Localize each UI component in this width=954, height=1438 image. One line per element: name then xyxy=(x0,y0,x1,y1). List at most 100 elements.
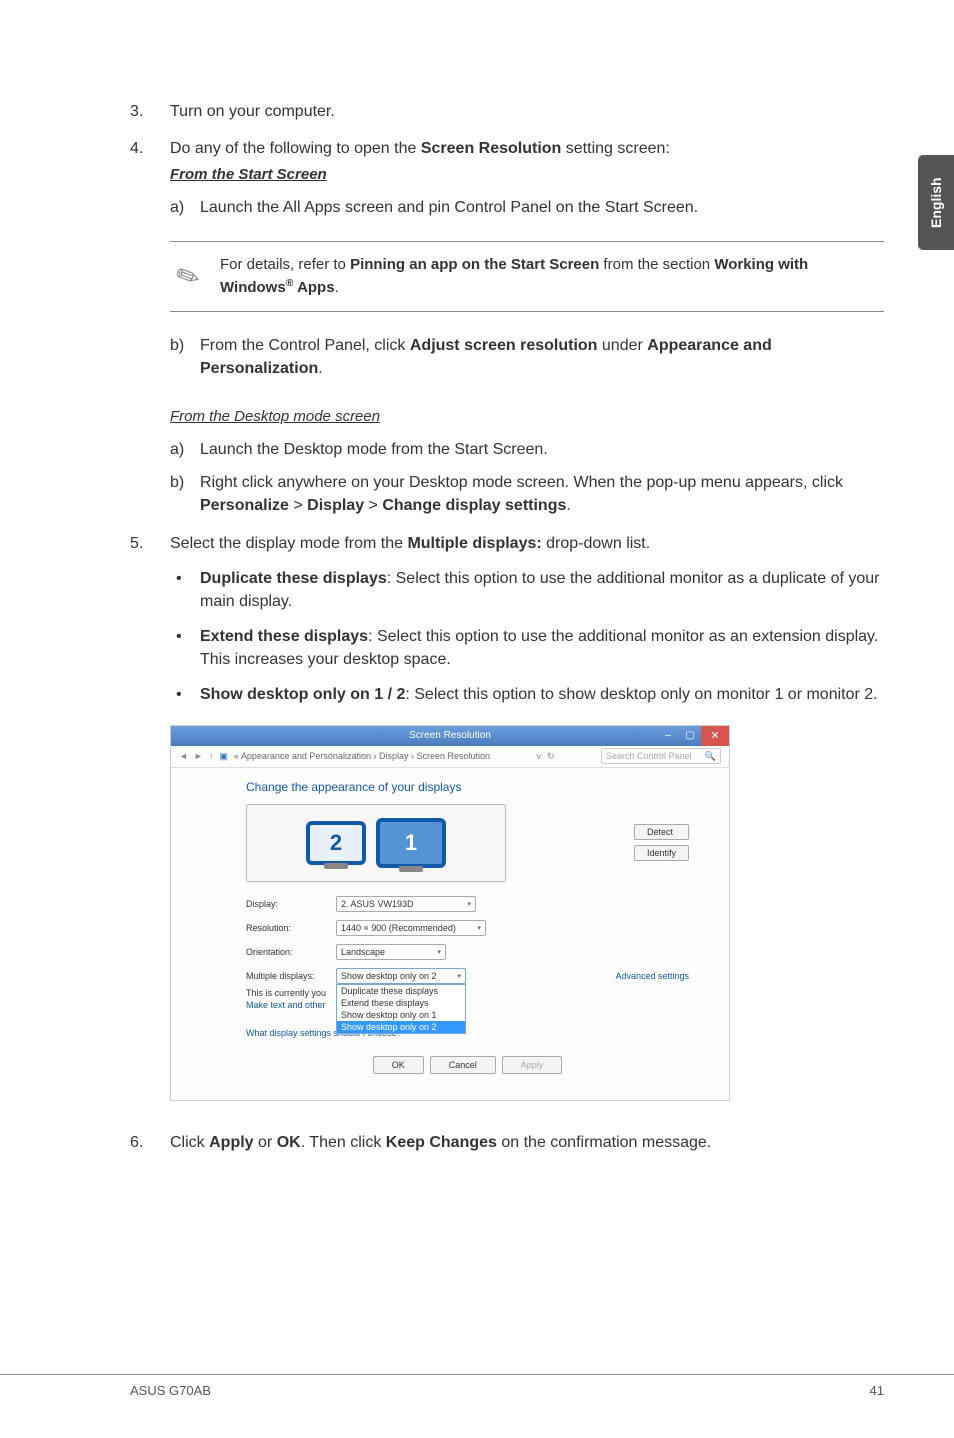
text: From the Control Panel, click xyxy=(200,337,410,354)
step-4-cont: b) From the Control Panel, click Adjust … xyxy=(130,334,884,518)
text: on the confirmation message. xyxy=(497,1134,711,1151)
letter: b) xyxy=(170,471,200,517)
text-fragment-link[interactable]: Make text and other xyxy=(246,1000,689,1010)
breadcrumb[interactable]: « Appearance and Personalization › Displ… xyxy=(234,751,490,761)
advanced-settings-link[interactable]: Advanced settings xyxy=(615,971,689,981)
monitor-2[interactable]: 2 xyxy=(306,821,366,865)
bullet-marker: • xyxy=(170,567,200,613)
apply-button[interactable]: Apply xyxy=(502,1056,563,1074)
field-multiple-displays: Multiple displays: Show desktop only on … xyxy=(246,968,689,984)
text: Select the display mode from the xyxy=(170,535,407,552)
display-preview[interactable]: 2 1 xyxy=(246,804,506,882)
step-number: 4. xyxy=(130,137,170,219)
text: drop-down list. xyxy=(542,535,651,552)
text: or xyxy=(254,1134,277,1151)
chevron-down-icon: ▾ xyxy=(467,900,471,908)
bold-text: Multiple displays: xyxy=(407,535,541,552)
letter: b) xyxy=(170,334,200,380)
monitor-number: 2 xyxy=(330,830,342,856)
step-body: Select the display mode from the Multipl… xyxy=(170,532,884,707)
up-icon[interactable]: ↑ xyxy=(209,751,214,761)
spacer xyxy=(130,334,170,518)
bold-text: Change display settings xyxy=(382,497,566,514)
text: Right click anywhere on your Desktop mod… xyxy=(200,471,884,517)
orientation-select[interactable]: Landscape ▾ xyxy=(336,944,446,960)
close-button[interactable]: ✕ xyxy=(701,726,729,746)
partial-text-row: This is currently you xyxy=(246,988,689,998)
letter: a) xyxy=(170,196,200,219)
text: Click xyxy=(170,1134,209,1151)
text: . xyxy=(566,497,570,514)
detect-button[interactable]: Detect xyxy=(634,824,689,840)
help-link[interactable]: What display settings should I choose? xyxy=(246,1028,689,1038)
bullet-show-only: • Show desktop only on 1 / 2: Select thi… xyxy=(170,683,884,706)
label: Orientation: xyxy=(246,947,336,957)
window-title: Screen Resolution xyxy=(409,730,491,741)
ok-button[interactable]: OK xyxy=(373,1056,424,1074)
step-6: 6. Click Apply or OK. Then click Keep Ch… xyxy=(130,1131,884,1154)
step-number: 5. xyxy=(130,532,170,707)
display-select[interactable]: 2. ASUS VW193D▾ xyxy=(336,896,476,912)
step-4: 4. Do any of the following to open the S… xyxy=(130,137,884,219)
text: Duplicate these displays: Select this op… xyxy=(200,567,884,613)
cancel-button[interactable]: Cancel xyxy=(430,1056,496,1074)
subheading-start-screen: From the Start Screen xyxy=(170,164,884,186)
substep-b-desktop: b) Right click anywhere on your Desktop … xyxy=(170,471,884,517)
monitor-1[interactable]: 1 xyxy=(376,818,446,868)
label: Resolution: xyxy=(246,923,336,933)
search-icon: 🔍 xyxy=(705,751,716,762)
forward-icon[interactable]: ► xyxy=(194,751,203,761)
select-value: 1440 × 900 (Recommended) xyxy=(341,923,456,933)
resolution-select[interactable]: 1440 × 900 (Recommended)▾ xyxy=(336,920,486,936)
language-tab: English xyxy=(918,155,954,250)
monitor-number: 1 xyxy=(405,830,417,856)
field-resolution: Resolution: 1440 × 900 (Recommended)▾ xyxy=(246,920,689,936)
text: : Select this option to show desktop onl… xyxy=(405,686,877,703)
monitor-icon: ▣ xyxy=(219,751,228,762)
step-body: b) From the Control Panel, click Adjust … xyxy=(170,334,884,518)
bold-text: Extend these displays xyxy=(200,628,368,645)
bullet-duplicate: • Duplicate these displays: Select this … xyxy=(170,567,884,613)
text: Right click anywhere on your Desktop mod… xyxy=(200,474,843,491)
back-icon[interactable]: ◄ xyxy=(179,751,188,761)
substep-b: b) From the Control Panel, click Adjust … xyxy=(170,334,884,380)
chevron-down-icon: ▾ xyxy=(437,948,441,956)
field-display: Display: 2. ASUS VW193D▾ xyxy=(246,896,689,912)
select-value: Landscape xyxy=(341,947,385,957)
minimize-button[interactable]: – xyxy=(657,726,679,746)
bold-text: Display xyxy=(307,497,364,514)
text: Launch the All Apps screen and pin Contr… xyxy=(200,196,698,219)
dropdown-option[interactable]: Show desktop only on 1 xyxy=(337,1009,465,1021)
bullet-marker: • xyxy=(170,625,200,671)
bold-text: Keep Changes xyxy=(386,1134,497,1151)
window-controls: – ▢ xyxy=(657,726,701,746)
text: . xyxy=(318,360,322,377)
label: Multiple displays: xyxy=(246,971,336,981)
bold-text: Adjust screen resolution xyxy=(410,337,598,354)
text: . xyxy=(335,279,339,296)
screen-resolution-window: Screen Resolution – ▢ ✕ ◄ ► ↑ ▣ « Appear… xyxy=(170,725,730,1101)
pencil-icon: ✎ xyxy=(164,246,226,304)
text: > xyxy=(289,497,307,514)
window-titlebar[interactable]: Screen Resolution – ▢ ✕ xyxy=(171,726,729,746)
preview-row: 2 1 Detect Identify xyxy=(246,804,689,882)
text: Extend these displays: Select this optio… xyxy=(200,625,884,671)
search-input[interactable]: Search Control Panel 🔍 xyxy=(601,748,721,764)
text: under xyxy=(597,337,647,354)
dropdown-option[interactable]: Duplicate these displays xyxy=(337,985,465,997)
subheading-desktop-mode: From the Desktop mode screen xyxy=(170,406,884,428)
dropdown-option[interactable]: Extend these displays xyxy=(337,997,465,1009)
bold-text: Pinning an app on the Start Screen xyxy=(350,256,599,273)
text: from the section xyxy=(599,256,714,273)
dropdown-option-selected[interactable]: Show desktop only on 2 xyxy=(337,1021,465,1033)
substep-a-desktop: a) Launch the Desktop mode from the Star… xyxy=(170,438,884,461)
maximize-button[interactable]: ▢ xyxy=(679,726,701,746)
identify-button[interactable]: Identify xyxy=(634,845,689,861)
multiple-displays-select[interactable]: Show desktop only on 2▾ Duplicate these … xyxy=(336,968,466,984)
chevron-down-icon: ▾ xyxy=(457,972,461,980)
text: > xyxy=(364,497,382,514)
bullet-marker: • xyxy=(170,683,200,706)
select-value: Show desktop only on 2 xyxy=(341,971,437,981)
step-number: 3. xyxy=(130,100,170,123)
address-bar[interactable]: ◄ ► ↑ ▣ « Appearance and Personalization… xyxy=(171,746,729,768)
